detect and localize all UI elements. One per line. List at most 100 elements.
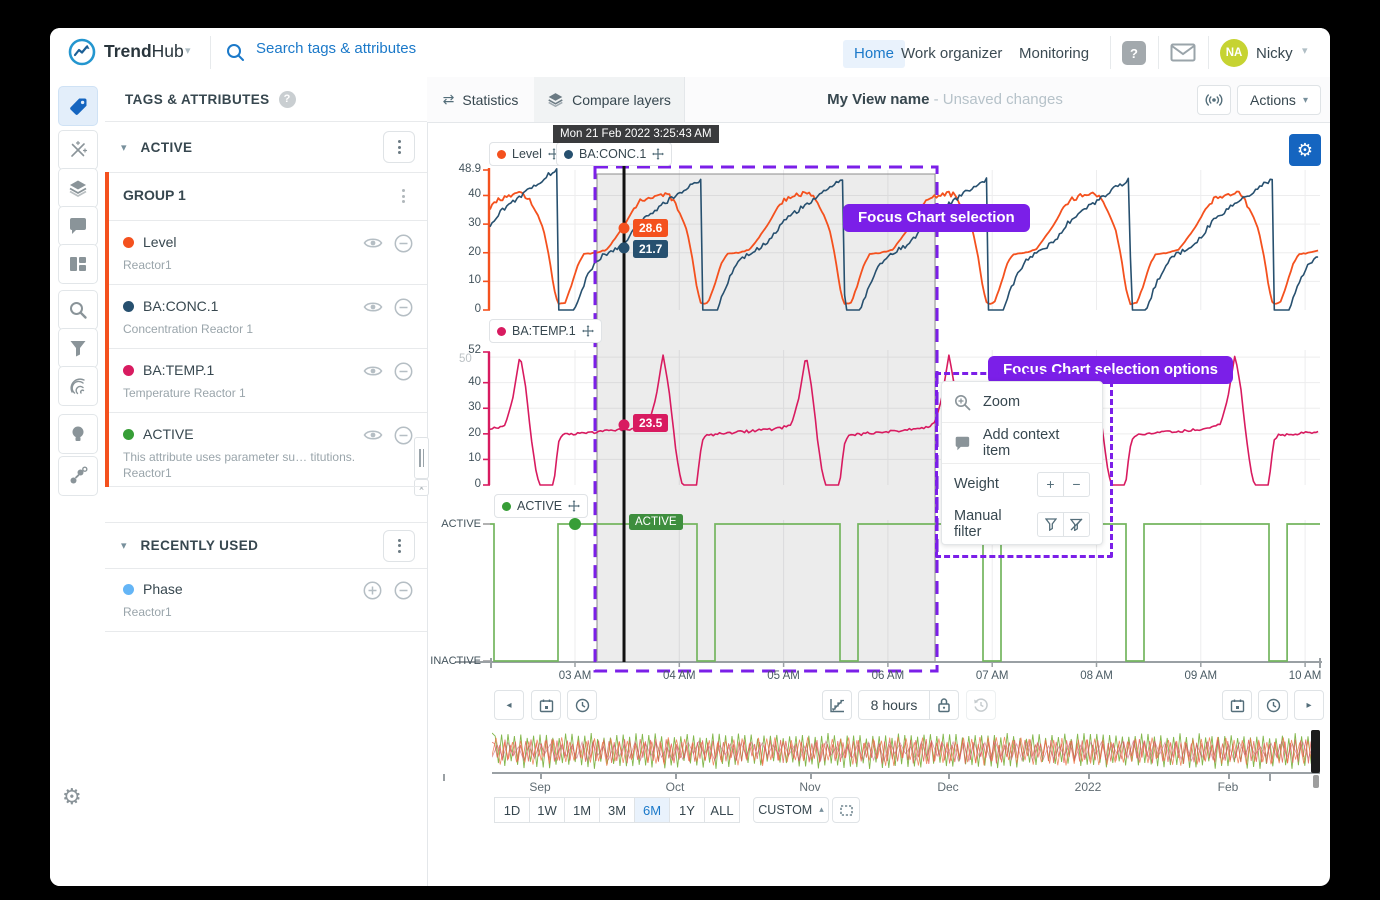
section-kebab-menu[interactable]: [383, 131, 415, 163]
menu-item-add-context[interactable]: Add context item: [942, 423, 1102, 463]
live-broadcast-button[interactable]: [1197, 85, 1231, 115]
range-button-1m[interactable]: 1M: [564, 797, 600, 823]
overview-tick: [443, 774, 445, 781]
start-date-button[interactable]: [531, 690, 561, 720]
rail-search-icon[interactable]: [58, 290, 98, 330]
rail-dashboards-icon[interactable]: [58, 244, 98, 284]
rail-formulas-icon[interactable]: [58, 130, 98, 170]
logo-chevron-down-icon[interactable]: ▾: [185, 44, 191, 57]
section-header-recent[interactable]: ▾ RECENTLY USED: [105, 522, 427, 569]
weight-decrease-button[interactable]: −: [1063, 472, 1090, 497]
menu-item-zoom[interactable]: Zoom: [942, 382, 1102, 422]
add-circle-icon[interactable]: [363, 581, 382, 605]
y-tick-label: 30: [433, 217, 481, 229]
series-color-dot: [123, 365, 134, 376]
section-kebab-menu[interactable]: [383, 530, 415, 562]
rail-tags-icon[interactable]: [58, 86, 98, 126]
help-icon[interactable]: ?: [1122, 41, 1146, 65]
search-input[interactable]: [254, 39, 798, 58]
mail-icon[interactable]: [1170, 43, 1196, 62]
compare-layers-button[interactable]: Compare layers: [534, 77, 685, 122]
visibility-eye-icon[interactable]: [363, 236, 383, 255]
tag-description: Concentration Reactor 1: [123, 322, 361, 336]
pan-right-button[interactable]: ▸: [1294, 690, 1324, 720]
pan-left-button[interactable]: ◂: [494, 690, 524, 720]
range-button-1y[interactable]: 1Y: [669, 797, 705, 823]
remove-circle-icon[interactable]: [394, 426, 413, 450]
visibility-eye-icon[interactable]: [363, 300, 383, 319]
overview-month-label: Dec: [918, 780, 978, 794]
overview-month-label: Feb: [1198, 780, 1258, 794]
tag-list-item[interactable]: LevelReactor1: [109, 221, 427, 285]
overview-timeline-chart[interactable]: [492, 731, 1320, 771]
overview-handle-grip[interactable]: [1313, 775, 1319, 788]
custom-range-button[interactable]: CUSTOM▴: [753, 797, 829, 823]
legend-chip-conc[interactable]: BA:CONC.1: [556, 142, 672, 166]
visibility-eye-icon[interactable]: [363, 428, 383, 447]
overview-range-handle[interactable]: [1311, 730, 1320, 773]
clock-icon: [575, 698, 590, 713]
tag-name-line: Level: [123, 234, 176, 250]
tag-description-2: Reactor1: [123, 466, 172, 480]
remove-circle-icon[interactable]: [394, 234, 413, 258]
nav-tab-monitoring[interactable]: Monitoring: [1019, 40, 1089, 68]
focus-selection-callout: Focus Chart selection: [843, 204, 1030, 232]
start-time-button[interactable]: [567, 690, 597, 720]
rail-fingerprints-icon[interactable]: [58, 366, 98, 406]
user-chevron-down-icon[interactable]: ▾: [1302, 44, 1308, 57]
nav-tab-work-organizer[interactable]: Work organizer: [901, 40, 1002, 68]
weight-increase-button[interactable]: +: [1037, 472, 1064, 497]
collapse-caret-icon[interactable]: ▾: [121, 141, 127, 154]
revert-time-button[interactable]: [966, 690, 996, 720]
group-header[interactable]: GROUP 1: [109, 172, 427, 221]
range-button-1d[interactable]: 1D: [494, 797, 530, 823]
rail-annotations-icon[interactable]: [58, 206, 98, 246]
tag-description: This attribute uses parameter su… tituti…: [123, 450, 361, 464]
move-icon[interactable]: [568, 500, 580, 512]
user-menu[interactable]: Nicky: [1256, 40, 1293, 68]
rail-settings-gear-icon[interactable]: ⚙: [62, 785, 82, 810]
trendhub-logo-icon: [68, 38, 96, 66]
move-icon[interactable]: [582, 325, 594, 337]
x-tick-label: 07 AM: [962, 670, 1022, 682]
group-kebab-menu[interactable]: [402, 189, 405, 203]
range-button-6m[interactable]: 6M: [634, 797, 670, 823]
duration-button[interactable]: 8 hours: [858, 690, 930, 720]
nav-tab-home[interactable]: Home: [843, 40, 905, 68]
remove-circle-icon[interactable]: [394, 362, 413, 386]
range-button-3m[interactable]: 3M: [599, 797, 635, 823]
lock-duration-button[interactable]: [929, 690, 959, 720]
chart-settings-button[interactable]: ⚙: [1289, 134, 1321, 166]
actions-button[interactable]: Actions▾: [1237, 85, 1321, 115]
avatar[interactable]: NA: [1220, 39, 1248, 67]
remove-circle-icon[interactable]: [394, 581, 413, 605]
funnel-exclude-button[interactable]: [1063, 512, 1090, 537]
tag-list-item[interactable]: BA:TEMP.1Temperature Reactor 1: [109, 349, 427, 413]
range-button-all[interactable]: ALL: [704, 797, 740, 823]
tag-list-item[interactable]: BA:CONC.1Concentration Reactor 1: [109, 285, 427, 349]
series-color-dot: [564, 150, 573, 159]
collapse-caret-icon[interactable]: ▾: [121, 539, 127, 552]
rail-filters-icon[interactable]: [58, 328, 98, 368]
move-icon[interactable]: [652, 148, 664, 160]
legend-chip-temp[interactable]: BA:TEMP.1: [489, 319, 602, 343]
statistics-button[interactable]: ⇄ Statistics: [427, 77, 535, 122]
section-header-active[interactable]: ▾ ACTIVE: [105, 122, 427, 173]
legend-chip-active[interactable]: ACTIVE: [494, 494, 588, 518]
range-button-1w[interactable]: 1W: [529, 797, 565, 823]
panel-help-icon[interactable]: ?: [279, 91, 296, 108]
custom-range-window-button[interactable]: [832, 797, 860, 823]
rail-recommendations-icon[interactable]: [58, 414, 98, 454]
remove-circle-icon[interactable]: [394, 298, 413, 322]
tag-list-item[interactable]: ACTIVEThis attribute uses parameter su… …: [109, 413, 427, 487]
chart-type-button[interactable]: [822, 690, 852, 720]
filter-keep-button[interactable]: [1037, 512, 1064, 537]
end-date-button[interactable]: [1222, 690, 1252, 720]
rail-context-graph-icon[interactable]: [58, 456, 98, 496]
rail-layers-icon[interactable]: [58, 168, 98, 208]
tag-name-line: Phase: [123, 581, 183, 597]
visibility-eye-icon[interactable]: [363, 364, 383, 383]
app-title: TrendHub: [104, 41, 184, 62]
tag-list-item[interactable]: PhaseReactor1: [105, 568, 427, 632]
end-time-button[interactable]: [1258, 690, 1288, 720]
